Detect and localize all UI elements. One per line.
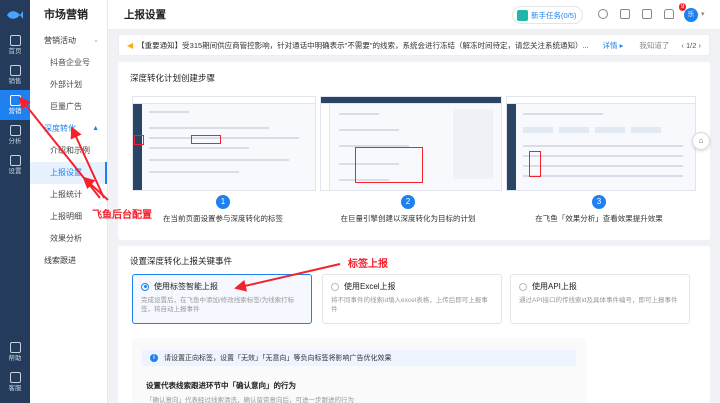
option-title: 使用标签智能上报 — [154, 282, 218, 291]
rail-bottom-item-1[interactable]: 客服 — [0, 367, 30, 397]
report-method-option-1[interactable]: 使用Excel上报将不同事件的线索id填入excel表格，上传后即可上报事件 — [322, 274, 502, 324]
lightbulb-icon[interactable] — [598, 9, 608, 19]
step-number: 3 — [592, 195, 606, 209]
option-title: 使用Excel上报 — [344, 282, 396, 291]
rail-item-label: 首页 — [8, 47, 22, 55]
fish-logo-icon — [7, 11, 23, 19]
report-method-option-0[interactable]: 使用标签智能上报完成设置后，在飞鱼中添加/修改线索标签/为线索打标签，将自动上报… — [132, 274, 312, 324]
home-icon — [9, 34, 21, 46]
annotation-tag-report: 标签上报 — [348, 259, 388, 270]
subnav-item[interactable]: 巨量广告 — [30, 96, 107, 118]
newbie-task-button[interactable]: 新手任务(0/5) — [512, 6, 584, 24]
subnav-item[interactable]: 介绍和示例 — [30, 140, 107, 162]
rail-item-0[interactable]: 首页 — [0, 30, 30, 60]
option-desc: 完成设置后，在飞鱼中添加/修改线索标签/为线索打标签，将自动上报事件 — [141, 297, 295, 313]
subnav-group-label: 营销活动 — [44, 36, 76, 45]
help-icon — [9, 341, 21, 353]
rail-item-label: 帮助 — [8, 354, 22, 362]
info-icon: i — [150, 354, 158, 362]
rail-item-label: 分析 — [8, 137, 22, 145]
floating-help-button[interactable]: ⌂ — [692, 132, 710, 150]
gear-icon — [9, 154, 21, 166]
top-bar: 上报设置 新手任务(0/5) 9 乐 ▾ — [108, 0, 720, 30]
subnav-group-0[interactable]: 营销活动 ⌄ — [30, 30, 107, 52]
subnav-group-1[interactable]: 深度转化 ▲ — [30, 118, 107, 140]
step-text: 在巨量引擎创建以深度转化为目标的计划 — [340, 214, 476, 223]
subnav-item[interactable]: 外部计划 — [30, 74, 107, 96]
task-label: 新手任务(0/5) — [531, 10, 577, 20]
subnav-group-label: 线索跟进 — [44, 256, 76, 265]
download-icon[interactable] — [642, 9, 652, 19]
radio-button[interactable] — [519, 282, 527, 291]
rail-item-label: 销售 — [8, 77, 22, 85]
notice-bar: ◀ 【重要通知】受315期间供应商管控影响，针对通话中明确表示"不需要"的线索，… — [118, 34, 710, 56]
report-method-option-2[interactable]: 使用API上报通过API接口的传线索id及具体事件编号，即可上报事件 — [510, 274, 690, 324]
dismiss-notice-button[interactable]: 我知道了 — [639, 40, 669, 51]
step-text: 在当前页面设置参与深度转化的标签 — [163, 214, 283, 223]
subnav-title: 市场营销 — [44, 9, 88, 21]
rail-item-label: 营销 — [8, 107, 22, 115]
step3-screenshot — [506, 96, 696, 191]
step-number: 1 — [216, 195, 230, 209]
secondary-nav: 市场营销 营销活动 ⌄ 抖音企业号 外部计划 巨量广告深度转化 ▲ 介绍和示例 上报设置 上报统… — [30, 0, 108, 403]
radio-button[interactable] — [141, 282, 149, 291]
sales-icon — [9, 64, 21, 76]
events-card-title: 设置深度转化上报关键事件 — [130, 256, 233, 266]
rail-item-2[interactable]: 营销 — [0, 90, 30, 120]
setting-subtitle: 「确认意向」代表经过线索清洗，确认留资意向后，可进一步跟进的行为 — [146, 397, 354, 403]
megaphone-icon: ◀ — [127, 40, 134, 50]
chevron-down-icon[interactable]: ▾ — [701, 10, 705, 18]
info-tip: i 请设置正向标签，设置「无效」「无意向」等负向标签将影响广告优化效果 — [142, 350, 576, 366]
analytics-icon — [9, 124, 21, 136]
step-text: 在飞鱼「效果分析」查看效果提升效果 — [535, 214, 663, 223]
notice-text: 【重要通知】受315期间供应商管控影响，针对通话中明确表示"不需要"的线索，系统… — [137, 40, 589, 50]
page-title: 上报设置 — [124, 9, 166, 21]
setting-title: 设置代表线索跟进环节中「确认意向」的行为 — [146, 381, 296, 390]
info-text: 请设置正向标签，设置「无效」「无意向」等负向标签将影响广告优化效果 — [164, 355, 392, 362]
rail-item-4[interactable]: 设置 — [0, 150, 30, 180]
rail-item-label: 设置 — [8, 167, 22, 175]
checklist-icon[interactable] — [620, 9, 630, 19]
marketing-icon — [9, 94, 21, 106]
subnav-item[interactable]: 上报统计 — [30, 184, 107, 206]
subnav-item[interactable]: 效果分析 — [30, 228, 107, 250]
chevron-icon: ⌄ — [93, 37, 99, 44]
subnav-group-label: 深度转化 — [44, 124, 76, 133]
events-card: 设置深度转化上报关键事件 使用标签智能上报完成设置后，在飞鱼中添加/修改线索标签… — [118, 246, 710, 403]
rail-bottom-item-0[interactable]: 帮助 — [0, 337, 30, 367]
rail-item-label: 客服 — [8, 384, 22, 392]
radio-button[interactable] — [331, 282, 339, 291]
subnav-item[interactable]: 抖音企业号 — [30, 52, 107, 74]
chevron-icon: ▲ — [92, 125, 99, 132]
subnav-group-2[interactable]: 线索跟进 — [30, 250, 107, 272]
shield-icon — [517, 9, 528, 21]
support-icon — [9, 371, 21, 383]
option-desc: 通过API接口的传线索id及具体事件编号，即可上报事件 — [519, 297, 678, 304]
notice-pager[interactable]: ‹ 1/2 › — [681, 41, 701, 50]
steps-card-title: 深度转化计划创建步骤 — [130, 73, 216, 83]
notice-detail-link[interactable]: 详情 ▸ — [603, 40, 624, 51]
app-logo[interactable] — [0, 0, 30, 30]
option-title: 使用API上报 — [532, 282, 577, 291]
option-desc: 将不同事件的线索id填入excel表格，上传后即可上报事件 — [331, 297, 488, 313]
icon-rail: 首页销售营销分析设置 帮助客服 — [0, 0, 30, 403]
step1-screenshot — [132, 96, 316, 191]
steps-card: 深度转化计划创建步骤 1 在当前页面设置参与深度转化的标签 2 在巨量引擎创建以深 — [118, 62, 710, 240]
annotation-backend-config: 飞鱼后台配置 — [92, 210, 152, 221]
bell-icon[interactable] — [664, 9, 674, 19]
avatar[interactable]: 乐 — [684, 8, 698, 22]
rail-item-1[interactable]: 销售 — [0, 60, 30, 90]
rail-item-3[interactable]: 分析 — [0, 120, 30, 150]
step2-screenshot — [320, 96, 502, 191]
subnav-item[interactable]: 上报设置 — [30, 162, 107, 184]
step-number: 2 — [401, 195, 415, 209]
